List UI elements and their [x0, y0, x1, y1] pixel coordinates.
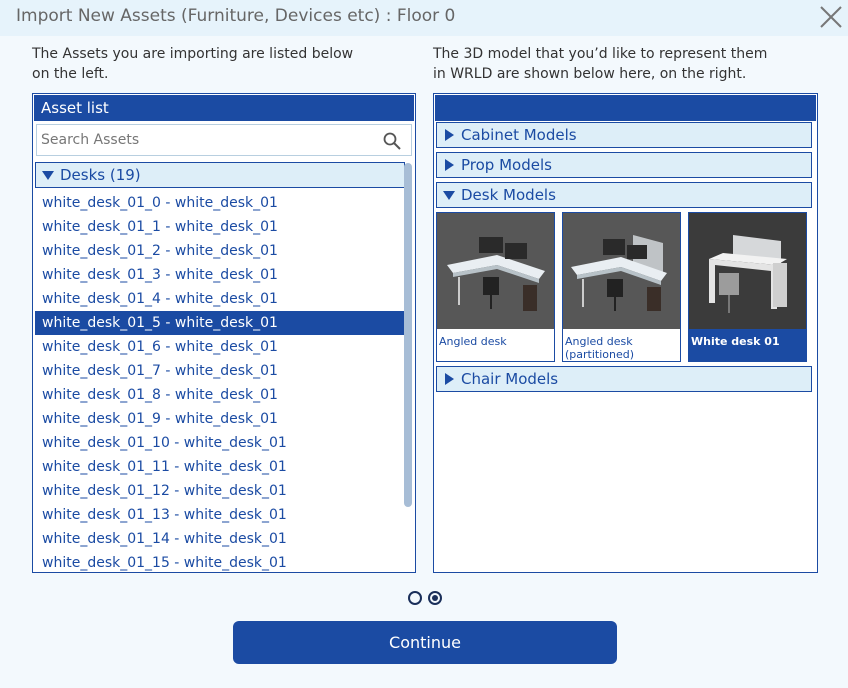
right-instructions-line-1: The 3D model that you’d like to represen…: [433, 46, 768, 62]
group-header-desk-models[interactable]: Desk Models: [436, 182, 812, 208]
left-instructions-line-1: The Assets you are importing are listed …: [32, 46, 354, 62]
group-header-prop-models[interactable]: Prop Models: [436, 152, 812, 178]
search-icon[interactable]: [383, 132, 401, 150]
group-header-chair-models[interactable]: Chair Models: [436, 366, 812, 392]
asset-list-item[interactable]: white_desk_01_4 - white_desk_01: [35, 287, 405, 311]
group-header-cabinet-models[interactable]: Cabinet Models: [436, 122, 812, 148]
close-icon[interactable]: [816, 2, 846, 32]
asset-list-panel: Asset list Desks (19) white_desk_01_0 - …: [32, 93, 416, 573]
left-instructions-line-2: on the left.: [32, 66, 109, 82]
asset-list-item[interactable]: white_desk_01_11 - white_desk_01: [35, 455, 405, 479]
continue-button[interactable]: Continue: [233, 621, 617, 664]
white-desk-01-image: [689, 213, 806, 329]
model-groups: Cabinet Models Prop Models Desk Models A…: [436, 122, 812, 396]
asset-list-item[interactable]: white_desk_01_12 - white_desk_01: [35, 479, 405, 503]
page-dot-2[interactable]: [428, 591, 442, 605]
asset-list-header: Asset list: [34, 95, 414, 121]
search-input[interactable]: [37, 125, 411, 155]
desk-model-thumbnails: Angled desk Angled desk (partitioned) Wh…: [436, 212, 812, 362]
expanded-triangle-icon: [42, 170, 54, 180]
scrollbar[interactable]: [404, 163, 412, 570]
model-label-white-desk-01: White desk 01: [691, 335, 780, 348]
asset-list-item[interactable]: white_desk_01_14 - white_desk_01: [35, 527, 405, 551]
asset-list-item[interactable]: white_desk_01_3 - white_desk_01: [35, 263, 405, 287]
group-label-desk: Desk Models: [461, 186, 556, 204]
title-bar: Import New Assets (Furniture, Devices et…: [0, 0, 848, 36]
search-box: [36, 124, 412, 156]
right-instructions-line-2: in WRLD are shown below here, on the rig…: [433, 66, 747, 82]
right-instructions: The 3D model that you’d like to represen…: [433, 44, 767, 84]
scrollbar-thumb[interactable]: [404, 163, 412, 507]
asset-list-item[interactable]: white_desk_01_2 - white_desk_01: [35, 239, 405, 263]
asset-list: Desks (19) white_desk_01_0 - white_desk_…: [35, 162, 405, 575]
group-label-cabinet: Cabinet Models: [461, 126, 577, 144]
group-label-prop: Prop Models: [461, 156, 552, 174]
model-label-angled-desk: Angled desk: [439, 335, 507, 348]
asset-list-item[interactable]: white_desk_01_10 - white_desk_01: [35, 431, 405, 455]
model-panel-header: [435, 95, 816, 121]
asset-list-item[interactable]: white_desk_01_9 - white_desk_01: [35, 407, 405, 431]
angled-desk-image: [437, 213, 554, 329]
group-header-desks[interactable]: Desks (19): [35, 162, 405, 188]
model-label-angled-desk-partitioned: Angled desk (partitioned): [565, 335, 635, 361]
model-card-angled-desk[interactable]: Angled desk: [436, 212, 555, 362]
asset-list-item[interactable]: white_desk_01_8 - white_desk_01: [35, 383, 405, 407]
angled-desk-partitioned-image: [563, 213, 680, 329]
group-label-desks: Desks (19): [60, 166, 141, 184]
pagination-dots: [408, 591, 442, 605]
asset-list-item[interactable]: white_desk_01_0 - white_desk_01: [35, 191, 405, 215]
asset-list-item[interactable]: white_desk_01_1 - white_desk_01: [35, 215, 405, 239]
asset-list-item[interactable]: white_desk_01_6 - white_desk_01: [35, 335, 405, 359]
model-card-white-desk-01[interactable]: White desk 01: [688, 212, 807, 362]
asset-list-item[interactable]: white_desk_01_13 - white_desk_01: [35, 503, 405, 527]
page-dot-1[interactable]: [408, 591, 422, 605]
collapsed-triangle-icon: [445, 373, 454, 385]
asset-items: white_desk_01_0 - white_desk_01 white_des…: [35, 191, 405, 575]
asset-list-item[interactable]: white_desk_01_5 - white_desk_01: [35, 311, 405, 335]
collapsed-triangle-icon: [445, 159, 454, 171]
expanded-triangle-icon: [443, 190, 455, 200]
dialog-title: Import New Assets (Furniture, Devices et…: [16, 6, 456, 26]
asset-list-item[interactable]: white_desk_01_15 - white_desk_01: [35, 551, 405, 575]
asset-list-item[interactable]: white_desk_01_7 - white_desk_01: [35, 359, 405, 383]
collapsed-triangle-icon: [445, 129, 454, 141]
left-instructions: The Assets you are importing are listed …: [32, 44, 353, 84]
model-panel: Cabinet Models Prop Models Desk Models A…: [433, 93, 818, 573]
group-label-chair: Chair Models: [461, 370, 559, 388]
model-card-angled-desk-partitioned[interactable]: Angled desk (partitioned): [562, 212, 681, 362]
